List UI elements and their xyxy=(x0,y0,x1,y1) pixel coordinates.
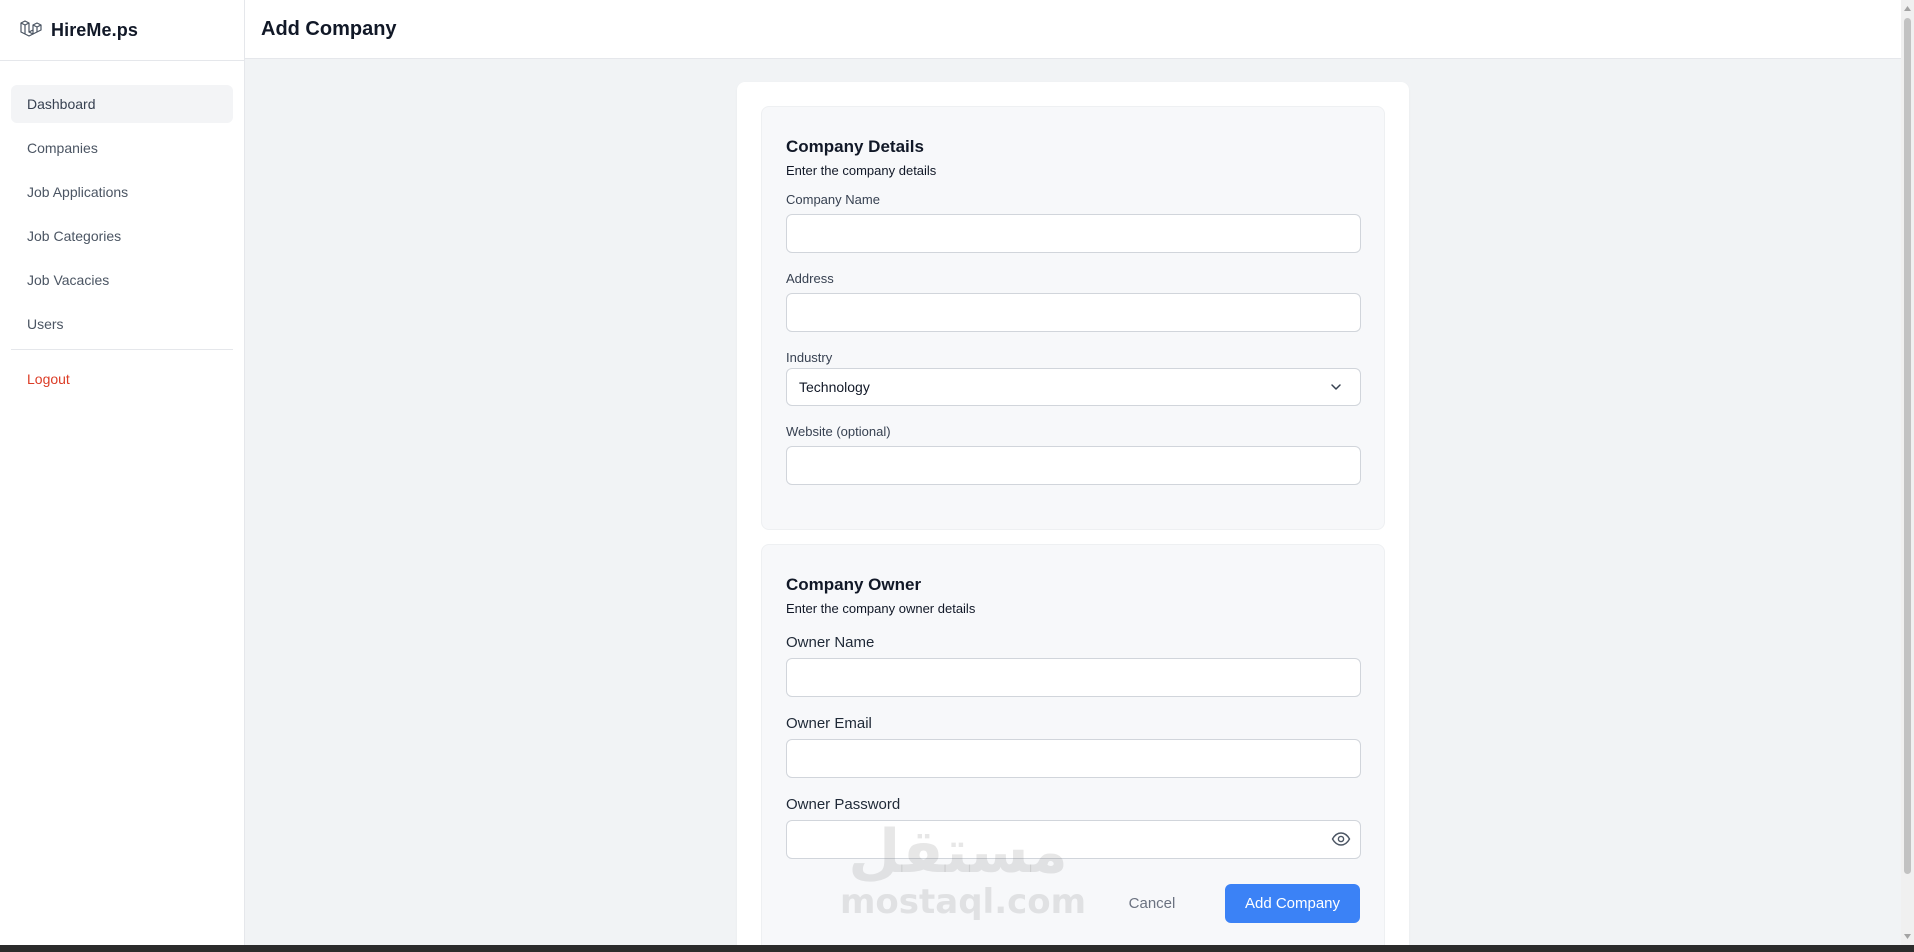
company-details-section: Company Details Enter the company detail… xyxy=(761,106,1385,530)
add-company-button[interactable]: Add Company xyxy=(1225,884,1360,923)
sidebar-item-job-categories[interactable]: Job Categories xyxy=(11,217,233,255)
chevron-down-icon xyxy=(1331,384,1341,390)
brand-name: HireMe.ps xyxy=(51,19,138,40)
owner-password-input[interactable] xyxy=(786,820,1361,859)
industry-selected-value: Technology xyxy=(799,379,870,395)
sidebar-nav: Dashboard Companies Job Applications Job… xyxy=(0,61,244,398)
company-owner-subtitle: Enter the company owner details xyxy=(786,601,976,616)
logout-link[interactable]: Logout xyxy=(11,360,233,398)
company-name-field: Company Name xyxy=(786,192,1361,253)
company-name-input[interactable] xyxy=(786,214,1361,253)
industry-select[interactable]: Technology xyxy=(786,368,1361,406)
company-details-title: Company Details xyxy=(786,137,924,156)
scroll-up-icon[interactable] xyxy=(1903,4,1912,13)
owner-email-label: Owner Email xyxy=(786,715,872,732)
website-label: Website (optional) xyxy=(786,424,891,439)
owner-name-field: Owner Name xyxy=(786,634,1361,697)
address-input[interactable] xyxy=(786,293,1361,332)
cancel-button[interactable]: Cancel xyxy=(1108,884,1196,923)
owner-email-field: Owner Email xyxy=(786,715,1361,778)
owner-password-field: Owner Password xyxy=(786,796,1361,859)
add-company-form: Company Details Enter the company detail… xyxy=(737,82,1409,952)
owner-email-input[interactable] xyxy=(786,739,1361,778)
owner-name-label: Owner Name xyxy=(786,634,875,651)
company-owner-title: Company Owner xyxy=(786,575,922,594)
owner-password-wrapper xyxy=(786,813,1361,859)
eye-icon[interactable] xyxy=(1331,830,1351,848)
page-title: Add Company xyxy=(261,17,397,40)
sidebar-item-dashboard[interactable]: Dashboard xyxy=(11,85,233,123)
industry-field: Industry Technology xyxy=(786,350,1361,406)
industry-label: Industry xyxy=(786,350,833,365)
scroll-thumb[interactable] xyxy=(1904,18,1911,874)
company-details-subtitle: Enter the company details xyxy=(786,163,937,178)
page-header: Add Company xyxy=(245,0,1901,59)
sidebar: HireMe.ps Dashboard Companies Job Applic… xyxy=(0,0,245,945)
sidebar-item-users[interactable]: Users xyxy=(11,305,233,343)
address-label: Address xyxy=(786,271,834,286)
address-field: Address xyxy=(786,271,1361,332)
owner-name-input[interactable] xyxy=(786,658,1361,697)
sidebar-divider xyxy=(11,349,233,350)
owner-password-label: Owner Password xyxy=(786,796,901,813)
sidebar-item-companies[interactable]: Companies xyxy=(11,129,233,167)
scroll-down-icon[interactable] xyxy=(1903,932,1912,941)
page-scrollbar[interactable] xyxy=(1901,0,1914,945)
taskbar-strip xyxy=(0,945,1914,952)
brand[interactable]: HireMe.ps xyxy=(0,0,244,61)
website-input[interactable] xyxy=(786,446,1361,485)
sidebar-item-job-applications[interactable]: Job Applications xyxy=(11,173,233,211)
laravel-logo-icon xyxy=(20,20,42,37)
company-name-label: Company Name xyxy=(786,192,880,207)
website-field: Website (optional) xyxy=(786,424,1361,485)
sidebar-item-job-vacancies[interactable]: Job Vacacies xyxy=(11,261,233,299)
